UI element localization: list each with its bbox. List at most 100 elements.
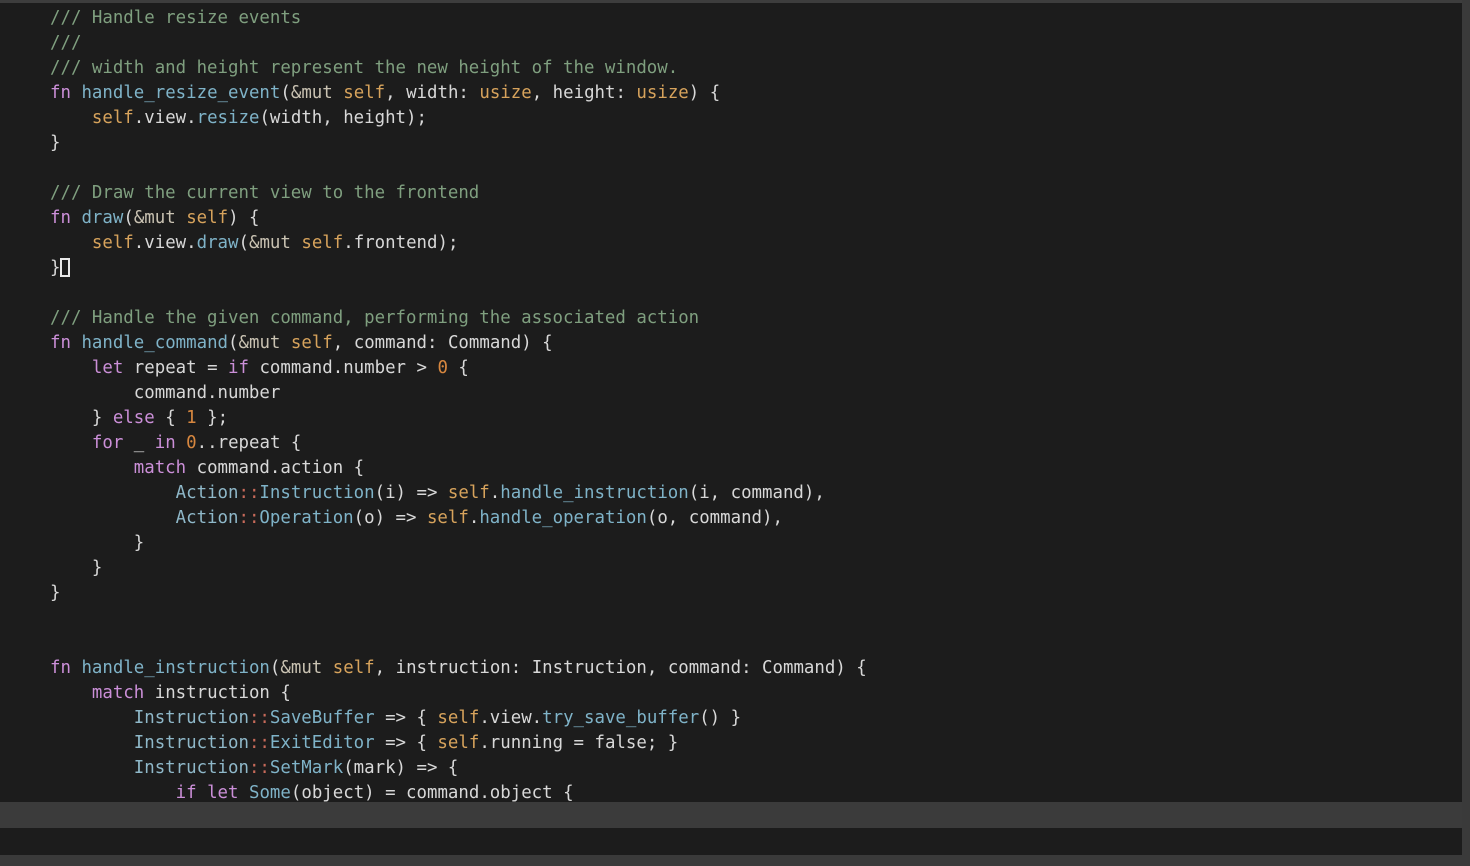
code-token-punct: .running = <box>479 733 595 753</box>
code-token-punct: } <box>50 258 61 278</box>
code-token-keyword: in <box>154 433 176 453</box>
code-token-punct: ) { <box>688 83 721 103</box>
code-line: fn handle_instruction(&mut self, instruc… <box>0 656 867 681</box>
code-token-punct: (mark) => { <box>343 758 459 778</box>
code-token-variant: SetMark <box>269 758 344 778</box>
code-token-keyword: match <box>133 458 187 478</box>
code-token-punct: ( <box>269 658 281 678</box>
code-token-punct <box>322 658 332 678</box>
code-token-method: resize <box>196 108 260 128</box>
command-message-line[interactable] <box>0 828 1462 855</box>
code-token-punct <box>50 458 134 478</box>
code-line: fn handle_command(&mut self, command: Co… <box>0 331 867 356</box>
code-line: let repeat = if command.number > 0 { <box>0 356 867 381</box>
code-token-punct: }; <box>196 408 229 428</box>
code-token-punct <box>50 508 176 528</box>
code-token-comment: /// width and height represent the new h… <box>50 58 679 78</box>
code-token-punct: .view. <box>133 233 197 253</box>
code-token-colons: :: <box>248 708 270 728</box>
code-token-punct <box>50 483 176 503</box>
code-token-comment: /// Draw the current view to the fronten… <box>50 183 480 203</box>
code-token-keyword: if <box>228 358 249 378</box>
code-token-punct: , command: Command) { <box>332 333 553 353</box>
code-token-punct <box>333 83 343 103</box>
code-token-keyword: else <box>112 408 155 428</box>
code-token-punct: ( <box>280 83 291 103</box>
code-token-punct: repeat = <box>123 358 229 378</box>
code-token-punct <box>71 208 81 228</box>
code-token-punct: _ <box>123 433 155 453</box>
code-token-punct: } <box>50 583 61 603</box>
code-token-comment: /// Handle resize events <box>50 8 302 28</box>
code-line: } <box>0 131 867 156</box>
code-token-punct: (o) => <box>353 508 427 528</box>
code-token-punct: , width: <box>385 83 480 103</box>
code-token-variant: SaveBuffer <box>269 708 375 728</box>
code-token-punct: .view. <box>479 708 543 728</box>
code-token-enum: Action <box>175 508 239 528</box>
code-token-punct: (i) => <box>374 483 448 503</box>
code-token-punct: command.number <box>50 383 281 403</box>
status-bar: [src/iota/editor.rs] (6, 152) <box>0 802 1462 828</box>
code-line: } <box>0 581 867 606</box>
code-token-self: self <box>437 708 480 728</box>
code-line: Instruction::SaveBuffer => { self.view.t… <box>0 706 867 731</box>
code-token-self: self <box>91 108 134 128</box>
code-token-punct: . <box>489 483 501 503</box>
code-token-punct: .view. <box>133 108 197 128</box>
code-token-punct <box>50 433 92 453</box>
code-token-bool: false <box>594 733 647 753</box>
code-token-punct <box>50 758 134 778</box>
code-token-punct: , height: <box>531 83 637 103</box>
code-token-punct: ; } <box>646 733 679 753</box>
code-line: /// Draw the current view to the fronten… <box>0 181 867 206</box>
code-token-punct <box>50 683 92 703</box>
code-token-mut: &mut <box>290 83 333 103</box>
code-token-self: self <box>186 208 229 228</box>
code-token-self: self <box>301 233 344 253</box>
code-token-comment: /// Handle the given command, performing… <box>50 308 700 328</box>
code-token-primitive: usize <box>636 83 689 103</box>
code-token-comment: /// <box>50 33 82 53</box>
code-line: /// Handle resize events <box>0 6 867 31</box>
code-line: /// <box>0 31 867 56</box>
code-token-variant: ExitEditor <box>269 733 375 753</box>
code-token-punct: } <box>50 133 61 153</box>
code-token-number: 0 <box>186 433 197 453</box>
code-token-punct: ..repeat { <box>196 433 302 453</box>
code-line: /// width and height represent the new h… <box>0 56 867 81</box>
code-token-method: handle_instruction <box>500 483 689 503</box>
code-token-punct: () } <box>699 708 742 728</box>
code-token-keyword: fn <box>50 333 71 353</box>
code-token-method: try_save_buffer <box>542 708 700 728</box>
code-token-punct: (width, height); <box>259 108 427 128</box>
code-token-punct <box>50 783 176 802</box>
code-token-variant: Operation <box>259 508 354 528</box>
text-cursor <box>60 258 71 277</box>
code-token-method: draw <box>196 233 239 253</box>
code-token-punct: .frontend); <box>343 233 459 253</box>
code-token-punct: (i, command), <box>688 483 825 503</box>
code-token-mut: &mut <box>238 333 281 353</box>
code-token-punct <box>50 233 92 253</box>
code-token-self: self <box>343 83 386 103</box>
code-token-keyword: let <box>91 358 124 378</box>
code-token-self: self <box>91 233 134 253</box>
code-token-self: self <box>332 658 375 678</box>
code-token-colons: :: <box>248 733 270 753</box>
code-token-punct: command.number > <box>248 358 438 378</box>
code-token-colons: :: <box>238 508 260 528</box>
code-token-punct: . <box>468 508 480 528</box>
code-lines-container: /// Handle resize events /// /// width and… <box>0 3 867 802</box>
window-chrome-right-edge <box>1462 0 1470 866</box>
code-token-number: 0 <box>437 358 448 378</box>
code-token-keyword: for <box>91 433 124 453</box>
code-token-fnname: handle_command <box>81 333 229 353</box>
code-token-punct: { <box>154 408 187 428</box>
code-token-keyword: fn <box>50 658 71 678</box>
editor-text-area[interactable]: /// Handle resize events /// /// width and… <box>0 3 1462 802</box>
code-line: } <box>0 256 867 281</box>
